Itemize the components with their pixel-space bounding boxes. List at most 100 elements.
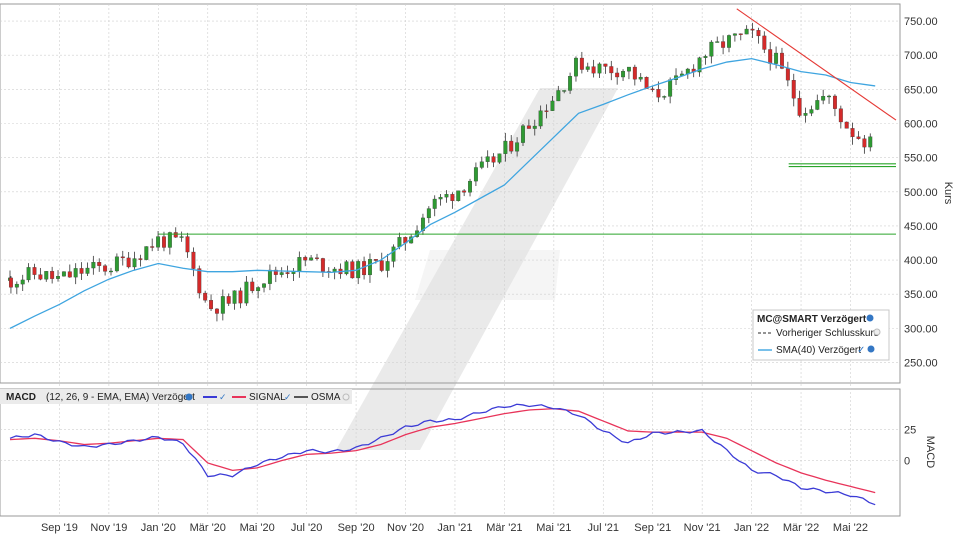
candle-body: [14, 283, 19, 288]
candle-body: [126, 257, 131, 268]
macd-panel-frame: [0, 388, 901, 517]
candle-body: [156, 236, 161, 248]
candle-body: [109, 270, 113, 273]
time-tick-label: Jul '21: [588, 522, 619, 534]
candle-body: [203, 292, 208, 301]
candle-body: [791, 80, 796, 99]
check-icon[interactable]: ✓: [219, 392, 227, 402]
time-tick-label: Jan '20: [141, 522, 176, 534]
candle-body: [262, 283, 266, 288]
candle-body: [797, 98, 802, 116]
candle-body: [438, 196, 443, 200]
time-tick-label: Mär '22: [783, 522, 819, 534]
time-tick-label: Mai '21: [536, 522, 571, 534]
candle-body: [603, 63, 608, 67]
candle-body: [103, 265, 108, 272]
check-icon[interactable]: ✓: [284, 392, 292, 402]
candle-body: [609, 66, 614, 74]
candle-body: [821, 96, 826, 101]
macd-params: (12, 26, 9 - EMA, EMA) Verzögert: [46, 392, 195, 403]
globe-icon[interactable]: [867, 345, 875, 353]
candle-body: [562, 90, 567, 92]
candle-body: [744, 28, 749, 35]
candle-body: [32, 267, 37, 275]
candle-body: [856, 136, 861, 139]
toggle-icon[interactable]: [873, 328, 881, 336]
candle-body: [315, 257, 319, 259]
macd-header: MACD (12, 26, 9 - EMA, EMA) Verzögert ✓ …: [0, 389, 352, 404]
candle-body: [144, 246, 149, 260]
stock-chart: 250.00 300.00 350.00 400.00 450.00 500.00 550.…: [0, 3, 954, 534]
candle-body: [803, 113, 808, 116]
candle-body: [473, 167, 478, 182]
price-tick-label: 450.00: [904, 221, 938, 233]
candle-body: [385, 261, 390, 271]
candle-body: [827, 95, 832, 98]
candle-body: [167, 232, 172, 248]
candle-body: [750, 28, 755, 31]
candle-body: [526, 125, 531, 129]
candle-body: [138, 258, 143, 260]
price-tick-label: 300.00: [904, 323, 938, 335]
candle-body: [579, 57, 584, 70]
candle-body: [650, 88, 655, 91]
candle-body: [267, 269, 272, 284]
candle-body: [809, 109, 814, 114]
globe-icon[interactable]: [866, 314, 874, 322]
candle-body: [491, 156, 496, 163]
time-tick-label: Sep '19: [41, 522, 78, 534]
candle-body: [515, 142, 520, 152]
candle-body: [838, 108, 843, 123]
candle-body: [38, 274, 43, 280]
candle-body: [50, 271, 55, 279]
candle-body: [815, 100, 820, 110]
candle-body: [727, 35, 731, 48]
candle-body: [132, 258, 137, 268]
candle-body: [320, 258, 325, 272]
globe-icon[interactable]: [185, 393, 193, 401]
candle-body: [191, 251, 196, 269]
time-tick-label: Mai '22: [833, 522, 868, 534]
candle-body: [503, 140, 508, 154]
candle-body: [615, 72, 620, 78]
time-tick-label: Mär '21: [486, 522, 522, 534]
candle-body: [73, 268, 78, 278]
check-icon[interactable]: ✓: [857, 345, 865, 356]
time-tick-label: Sep '21: [634, 522, 671, 534]
candle-body: [379, 260, 384, 271]
price-tick-label: 550.00: [904, 153, 938, 165]
candle-body: [485, 156, 490, 162]
candle-body: [56, 276, 60, 279]
logo-stroke-middle: [415, 250, 560, 300]
time-tick-label: Mär '20: [190, 522, 226, 534]
time-tick-label: Jul '20: [291, 522, 322, 534]
price-axis-title: Kurs: [942, 182, 954, 205]
candle-body: [250, 281, 255, 292]
candle-body: [220, 296, 225, 314]
legend-title: MC@SMART Verzögert: [757, 314, 867, 325]
candle-body: [768, 49, 773, 64]
candle-body: [638, 76, 643, 80]
price-tick-label: 250.00: [904, 358, 938, 370]
candle-body: [85, 267, 90, 274]
toggle-icon[interactable]: [342, 393, 350, 401]
candle-body: [550, 100, 555, 111]
time-tick-label: Nov '20: [387, 522, 424, 534]
candle-body: [332, 268, 337, 272]
candle-body: [832, 95, 837, 109]
candle-body: [444, 194, 449, 198]
logo-watermark: [336, 88, 618, 450]
candle-body: [368, 259, 372, 276]
candle-body: [426, 208, 431, 219]
candle-body: [544, 110, 549, 112]
candle-body: [79, 268, 84, 274]
candle-body: [344, 261, 349, 275]
candle-body: [397, 237, 402, 248]
candle-body: [114, 256, 119, 272]
candle-body: [238, 290, 243, 304]
candle-body: [226, 296, 231, 304]
candle-body: [350, 261, 355, 279]
candle-body: [450, 194, 455, 202]
candle-body: [850, 128, 855, 137]
candle-body: [244, 281, 249, 304]
